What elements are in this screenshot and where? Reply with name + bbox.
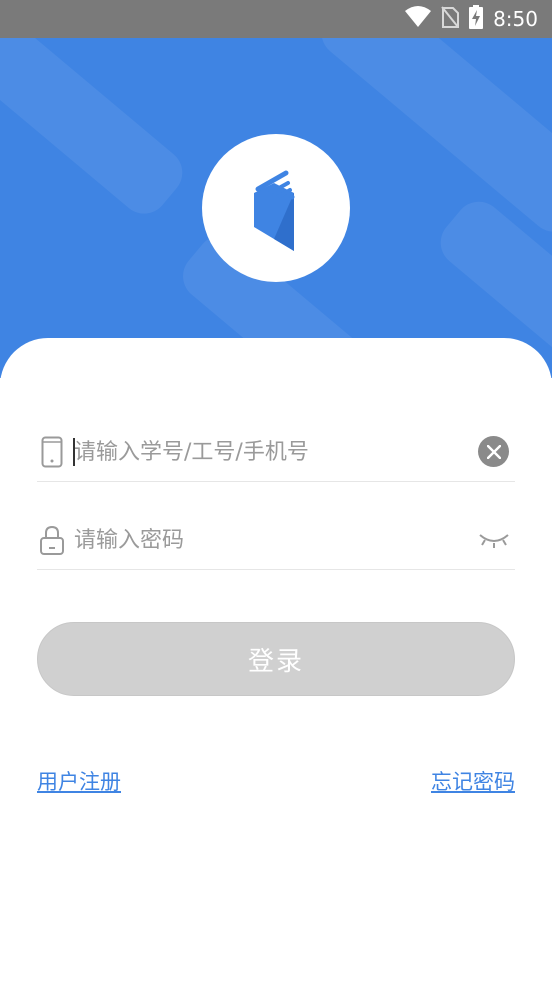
clear-icon[interactable] [478, 436, 509, 467]
status-time: 8:50 [493, 7, 538, 31]
status-bar: 8:50 [0, 0, 552, 38]
decorative-stripe [0, 38, 193, 224]
forgot-password-link[interactable]: 忘记密码 [431, 766, 515, 796]
wifi-icon [405, 6, 432, 32]
account-input[interactable] [74, 430, 454, 474]
book-logo-icon [254, 170, 295, 251]
account-field [37, 422, 515, 482]
login-button[interactable]: 登录 [37, 622, 515, 696]
register-link[interactable]: 用户注册 [37, 766, 121, 796]
password-input[interactable] [74, 518, 454, 562]
status-icons: 8:50 [405, 5, 538, 33]
phone-icon [39, 436, 65, 468]
eye-closed-icon[interactable] [477, 526, 511, 554]
no-sim-icon [441, 6, 460, 32]
password-field [37, 510, 515, 570]
text-cursor [73, 438, 75, 466]
app-logo [202, 134, 350, 282]
battery-charging-icon [469, 5, 484, 33]
lock-icon [39, 524, 65, 556]
